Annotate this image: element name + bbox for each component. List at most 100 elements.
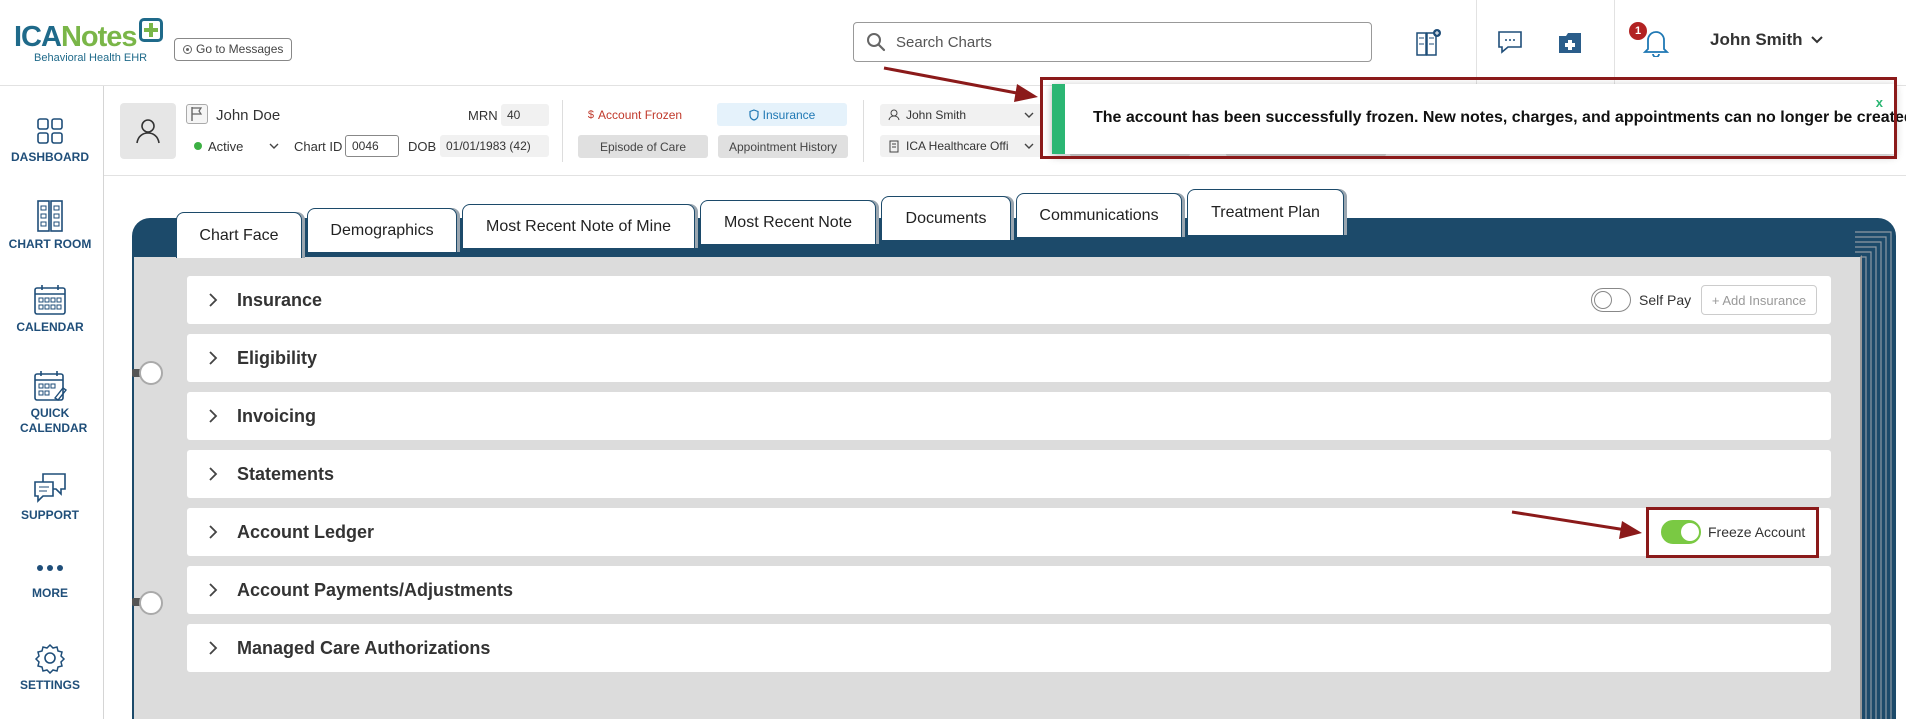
chevron-down-icon xyxy=(1024,143,1034,149)
insurance-label: Insurance xyxy=(762,107,816,122)
sidebar-item-chart-room[interactable]: CHART ROOM xyxy=(0,199,100,252)
sidebar-item-support[interactable]: SUPPORT xyxy=(0,472,100,523)
chevron-down-icon xyxy=(1810,36,1823,44)
chevron-down-icon xyxy=(269,143,279,149)
tab-most-recent-note-of-mine[interactable]: Most Recent Note of Mine xyxy=(462,204,695,248)
binder-ring xyxy=(139,591,163,615)
dollar-icon: $ xyxy=(587,108,595,121)
mrn-value: 40 xyxy=(501,104,549,126)
self-pay-label: Self Pay xyxy=(1639,292,1692,308)
section-eligibility[interactable]: Eligibility xyxy=(187,334,1831,382)
binder-ring xyxy=(139,361,163,385)
insurance-button[interactable]: Insurance xyxy=(717,103,847,126)
facility-value: ICA Healthcare Offi xyxy=(906,139,1009,153)
mrn-label: MRN xyxy=(468,108,498,123)
chart-room-add-icon xyxy=(1416,29,1441,56)
tab-documents[interactable]: Documents xyxy=(881,196,1011,240)
section-title: Account Payments/Adjustments xyxy=(237,579,514,600)
freeze-toggle-highlight-box xyxy=(1646,507,1819,558)
section-title: Insurance xyxy=(237,289,323,310)
gear-icon xyxy=(34,643,66,674)
more-icon xyxy=(37,565,63,571)
messages-button[interactable] xyxy=(1492,24,1528,60)
app-logo[interactable]: ICANotes Behavioral Health EHR xyxy=(14,18,169,70)
episode-of-care-button[interactable]: Episode of Care xyxy=(578,135,708,158)
user-icon xyxy=(888,109,900,121)
flag-icon xyxy=(191,107,203,121)
sidebar-item-label: SETTINGS xyxy=(19,678,80,692)
shield-icon xyxy=(749,108,759,121)
section-title: Invoicing xyxy=(237,405,317,426)
chevron-right-icon xyxy=(209,293,218,307)
dob-value: 01/01/1983 (42) xyxy=(440,135,549,157)
section-title: Eligibility xyxy=(237,347,318,368)
sidebar-item-calendar[interactable]: CALENDAR xyxy=(0,284,100,335)
provider-value: John Smith xyxy=(906,108,967,122)
toggle-knob xyxy=(1594,291,1612,309)
sidebar-item-settings[interactable]: SETTINGS xyxy=(0,642,100,693)
message-dot-icon xyxy=(183,45,192,54)
notification-count-badge: 1 xyxy=(1629,22,1647,40)
tab-treatment-plan[interactable]: Treatment Plan xyxy=(1187,189,1344,235)
section-title: Managed Care Authorizations xyxy=(237,637,491,658)
account-frozen-badge[interactable]: $ Account Frozen xyxy=(576,103,694,126)
status-select[interactable]: Active xyxy=(186,135,288,157)
logo-ica-text: ICA xyxy=(14,21,62,53)
search-input[interactable] xyxy=(896,33,1366,51)
appointment-history-button[interactable]: Appointment History xyxy=(718,135,848,158)
go-to-messages-label: Go to Messages xyxy=(196,42,284,56)
sidebar-nav: DASHBOARD CHART ROOM CALENDAR QUICK CALE… xyxy=(0,86,104,719)
section-account-ledger[interactable]: Account Ledger xyxy=(187,508,1831,556)
top-bar: ICANotes Behavioral Health EHR Go to Mes… xyxy=(0,0,1906,86)
status-value: Active xyxy=(208,138,244,154)
chevron-right-icon xyxy=(209,467,218,481)
facility-select[interactable]: ICA Healthcare Offi xyxy=(880,135,1042,157)
user-name: John Smith xyxy=(1710,30,1803,49)
header-divider xyxy=(562,100,563,162)
chevron-right-icon xyxy=(209,525,218,539)
tab-chart-face[interactable]: Chart Face xyxy=(176,212,302,258)
sidebar-item-label: SUPPORT xyxy=(20,508,79,522)
section-account-payments-adjustments[interactable]: Account Payments/Adjustments xyxy=(187,566,1831,614)
section-insurance[interactable]: Insurance xyxy=(187,276,1831,324)
tab-communications[interactable]: Communications xyxy=(1016,193,1182,237)
new-note-button[interactable] xyxy=(1552,24,1588,60)
sidebar-item-more[interactable]: MORE xyxy=(0,562,100,601)
chevron-right-icon xyxy=(209,583,218,597)
section-statements[interactable]: Statements xyxy=(187,450,1831,498)
go-to-messages-button[interactable]: Go to Messages xyxy=(174,38,293,61)
user-menu[interactable]: John Smith xyxy=(1710,30,1823,50)
logo-notes-text: Notes xyxy=(60,21,138,53)
dashboard-icon xyxy=(37,118,63,144)
section-invoicing[interactable]: Invoicing xyxy=(187,392,1831,440)
header-divider xyxy=(863,100,864,162)
sidebar-item-quick-calendar[interactable]: QUICK CALENDAR xyxy=(0,370,100,436)
quick-calendar-icon xyxy=(34,371,67,401)
sidebar-item-label: MORE xyxy=(32,586,68,600)
chevron-right-icon xyxy=(209,641,218,655)
tab-most-recent-note[interactable]: Most Recent Note xyxy=(700,200,876,244)
chart-id-label: Chart ID xyxy=(294,139,343,154)
add-insurance-button[interactable]: + Add Insurance xyxy=(1701,285,1817,315)
provider-select[interactable]: John Smith xyxy=(880,104,1042,126)
sidebar-item-label: DASHBOARD xyxy=(11,150,89,164)
patient-avatar[interactable] xyxy=(120,103,176,159)
add-chart-button[interactable] xyxy=(1410,24,1446,60)
tab-demographics[interactable]: Demographics xyxy=(307,208,457,252)
header-divider xyxy=(1614,0,1615,86)
medical-folder-icon xyxy=(1559,33,1581,53)
sidebar-item-label: QUICK CALENDAR xyxy=(20,406,88,435)
flag-button[interactable] xyxy=(186,104,208,124)
section-title: Account Ledger xyxy=(237,521,375,542)
chart-id-value: 0046 xyxy=(345,135,399,157)
building-icon xyxy=(889,140,899,152)
user-icon xyxy=(136,119,160,144)
self-pay-toggle[interactable] xyxy=(1591,288,1631,312)
search-bar[interactable] xyxy=(853,22,1372,62)
chevron-down-icon xyxy=(1024,112,1034,118)
sidebar-item-dashboard[interactable]: DASHBOARD xyxy=(0,116,100,165)
chart-room-icon xyxy=(37,200,63,232)
section-managed-care-authorizations[interactable]: Managed Care Authorizations xyxy=(187,624,1831,672)
sidebar-item-label: CALENDAR xyxy=(16,320,84,334)
logo-subtitle: Behavioral Health EHR xyxy=(34,52,148,64)
